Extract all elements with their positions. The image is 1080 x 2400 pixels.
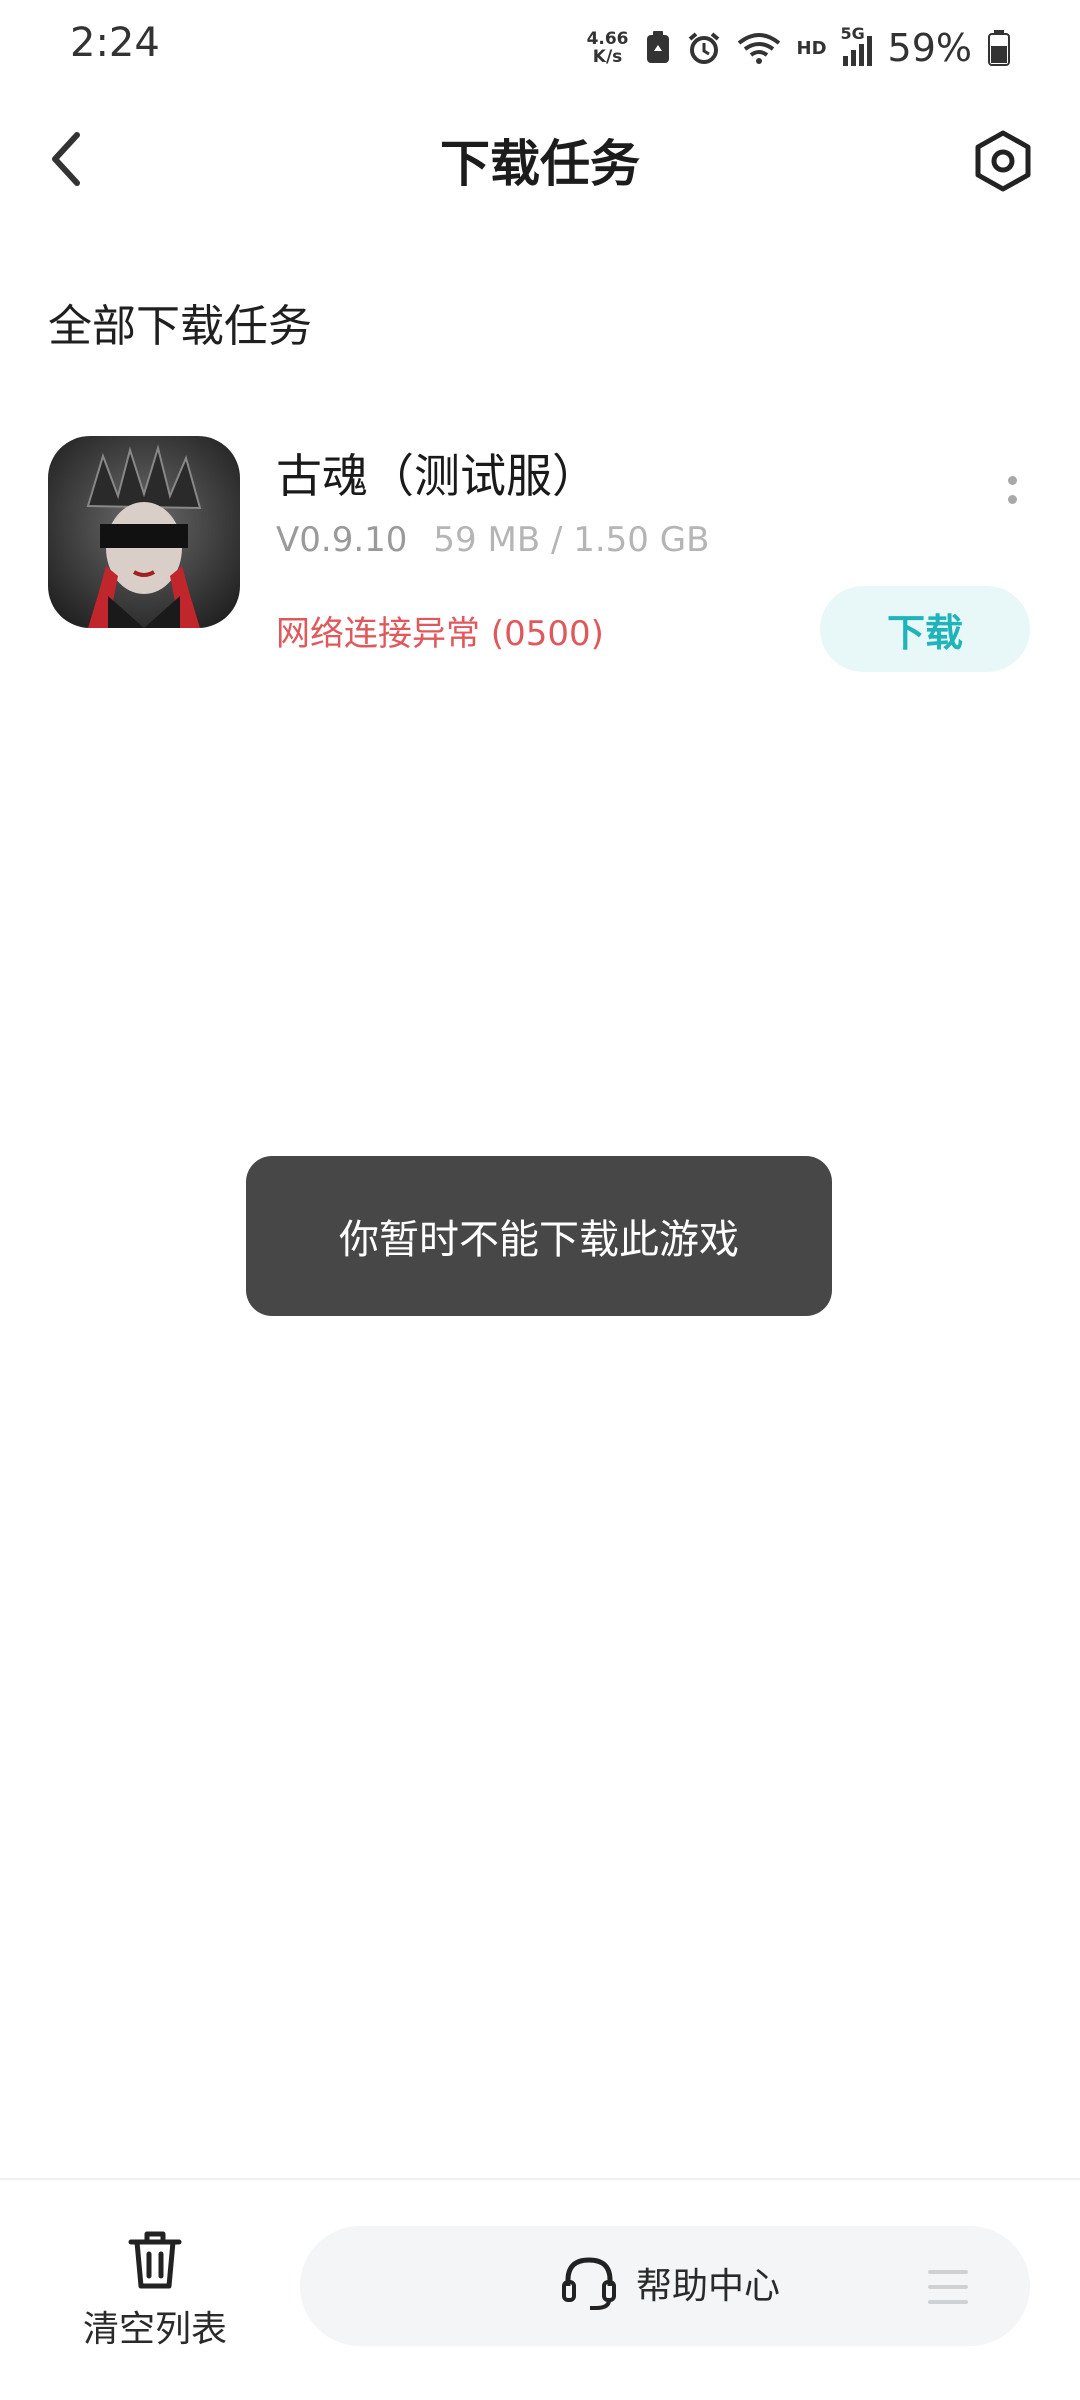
- status-time: 2:24: [70, 20, 160, 66]
- network-speed-unit: K/s: [592, 47, 623, 67]
- battery-icon: [988, 30, 1010, 66]
- more-options-button[interactable]: [992, 450, 1032, 530]
- headset-icon: [562, 2257, 616, 2310]
- network-speed: 4.66 K/s: [587, 30, 629, 66]
- hd-indicator: HD: [796, 37, 827, 59]
- settings-button[interactable]: [966, 126, 1040, 196]
- clear-list-button[interactable]: 清空列表: [70, 2228, 240, 2368]
- menu-icon[interactable]: [928, 2270, 968, 2304]
- task-meta: V0.9.10 59 MB / 1.50 GB: [276, 520, 709, 560]
- more-vertical-icon: [1007, 476, 1017, 485]
- clear-list-label: 清空列表: [82, 2309, 227, 2350]
- task-status-error: 网络连接异常 (0500): [276, 614, 604, 654]
- task-name: 古魂（测试服）: [276, 449, 598, 503]
- battery-saver-icon: [646, 31, 669, 63]
- wifi-icon: [737, 33, 780, 64]
- section-title: 全部下载任务: [48, 301, 312, 352]
- help-center-bar[interactable]: 帮助中心: [300, 2226, 1030, 2346]
- trash-icon: [128, 2231, 182, 2289]
- download-button[interactable]: 下载: [820, 586, 1030, 672]
- help-center-button[interactable]: 帮助中心: [560, 2254, 780, 2312]
- network-type: 5G: [840, 24, 865, 43]
- battery-level: 59%: [887, 26, 972, 70]
- download-tasks-screen: 2:24 4.66 K/s HD 5G 59% 下载任务 全部下载任务 古魂（测…: [0, 0, 1080, 2400]
- toast-message: 你暂时不能下载此游戏: [246, 1156, 832, 1316]
- app-header: 下载任务: [0, 96, 1080, 226]
- status-bar: 2:24 4.66 K/s HD 5G 59%: [0, 0, 1080, 96]
- network-speed-value: 4.66: [586, 29, 629, 49]
- status-icons: 4.66 K/s HD 5G 59%: [587, 18, 1010, 78]
- task-size: 59 MB / 1.50 GB: [433, 520, 710, 560]
- settings-icon: [975, 130, 1031, 192]
- alarm-icon: [688, 32, 719, 64]
- page-title: 下载任务: [440, 135, 640, 193]
- cell-signal: 5G: [841, 24, 872, 66]
- help-center-label: 帮助中心: [636, 2266, 781, 2307]
- task-version: V0.9.10: [276, 520, 408, 560]
- bottom-divider: [0, 2178, 1080, 2180]
- game-icon: [48, 436, 240, 628]
- list-item[interactable]: 古魂（测试服） V0.9.10 59 MB / 1.50 GB 网络连接异常 (…: [0, 420, 1080, 690]
